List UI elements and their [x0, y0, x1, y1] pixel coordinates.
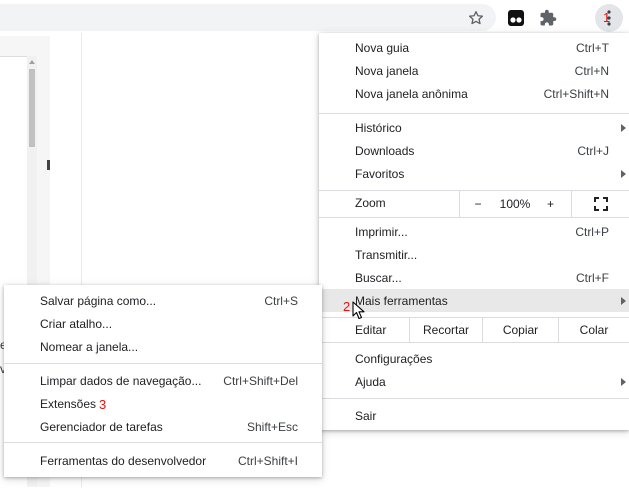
fullscreen-button[interactable]: [572, 190, 629, 217]
menu-item-label: Buscar...: [355, 270, 402, 285]
submenu-item-label: Salvar página como...: [40, 293, 157, 308]
submenu-item-task-manager[interactable]: Gerenciador de tarefas Shift+Esc: [4, 415, 322, 438]
menu-item-find[interactable]: Buscar... Ctrl+F: [319, 266, 629, 289]
submenu-item-shortcut: Ctrl+Shift+Del: [223, 373, 298, 388]
submenu-item-label: Extensões: [40, 396, 97, 411]
menu-item-incognito[interactable]: Nova janela anônima Ctrl+Shift+N: [319, 82, 629, 105]
submenu-item-label: Gerenciador de tarefas: [40, 419, 163, 434]
menu-item-label: Histórico: [355, 120, 402, 135]
menu-item-label: Ajuda: [355, 374, 386, 389]
more-tools-submenu: Salvar página como... Ctrl+S Criar atalho…: [4, 285, 322, 477]
submenu-item-save-page[interactable]: Salvar página como... Ctrl+S: [4, 289, 322, 312]
paste-button[interactable]: Colar: [559, 317, 629, 342]
submenu-arrow-icon: [621, 124, 626, 132]
zoom-label: Zoom: [355, 196, 386, 210]
menu-item-shortcut: Ctrl+Shift+N: [543, 86, 609, 101]
side-marker: [47, 160, 50, 170]
menu-item-label: Downloads: [355, 143, 415, 158]
zoom-row: Zoom − 100% +: [319, 190, 629, 217]
copy-label: Copiar: [502, 322, 539, 337]
menu-item-shortcut: Ctrl+N: [574, 63, 609, 78]
paste-label: Colar: [579, 322, 609, 337]
step-annotation: 3: [99, 397, 107, 412]
menu-item-label: Nova guia: [355, 40, 410, 55]
menu-item-label: Favoritos: [355, 166, 405, 181]
submenu-item-extensions[interactable]: Extensões: [4, 392, 322, 415]
zoom-in-label: +: [546, 196, 554, 211]
copy-button[interactable]: Copiar: [483, 317, 558, 342]
menu-item-label: Nova janela anônima: [355, 86, 468, 101]
bookmark-star-icon[interactable]: [464, 6, 488, 30]
cursor-icon: [352, 301, 365, 320]
chrome-main-menu: Nova guia Ctrl+T Nova janela Ctrl+N Nova j…: [319, 33, 629, 430]
submenu-item-shortcut: Ctrl+S: [264, 293, 298, 308]
menu-item-settings[interactable]: Configurações: [319, 347, 629, 370]
menu-item-label: Mais ferramentas: [355, 293, 448, 308]
menu-item-help[interactable]: Ajuda: [319, 370, 629, 393]
fullscreen-icon: [593, 196, 608, 211]
menu-item-label: Imprimir...: [355, 224, 408, 239]
menu-item-print[interactable]: Imprimir... Ctrl+P: [319, 220, 629, 243]
submenu-item-name-window[interactable]: Nomear a janela...: [4, 335, 322, 358]
submenu-arrow-icon: [621, 170, 626, 178]
menu-item-history[interactable]: Histórico: [319, 116, 629, 139]
zoom-value: 100%: [499, 196, 531, 211]
submenu-item-shortcut: Shift+Esc: [246, 419, 298, 434]
submenu-arrow-icon: [621, 378, 626, 386]
address-bar[interactable]: [0, 4, 496, 31]
step-annotation: 1: [603, 10, 611, 25]
zoom-out-button[interactable]: −: [460, 190, 496, 217]
menu-item-shortcut: Ctrl+J: [577, 143, 609, 158]
menu-item-new-tab[interactable]: Nova guia Ctrl+T: [319, 36, 629, 59]
submenu-separator: [4, 363, 322, 364]
menu-item-shortcut: Ctrl+P: [575, 224, 609, 239]
menu-item-bookmarks[interactable]: Favoritos: [319, 162, 629, 185]
submenu-separator: [4, 442, 322, 443]
menu-separator: [319, 217, 629, 218]
submenu-item-shortcut: Ctrl+Shift+I: [237, 453, 298, 468]
submenu-item-create-shortcut[interactable]: Criar atalho...: [4, 312, 322, 335]
scrollbar-thumb[interactable]: [29, 69, 35, 147]
submenu-item-label: Nomear a janela...: [40, 339, 139, 354]
menu-separator: [319, 113, 629, 114]
menu-item-label: Sair: [355, 408, 377, 423]
submenu-item-clear-data[interactable]: Limpar dados de navegação... Ctrl+Shift+D…: [4, 369, 322, 392]
cut-label: Recortar: [422, 322, 469, 337]
menu-item-label: Nova janela: [355, 63, 419, 78]
zoom-in-button[interactable]: +: [534, 190, 567, 217]
extensions-puzzle-icon[interactable]: [535, 5, 561, 31]
scroll-up-arrow-icon[interactable]: [29, 60, 35, 64]
menu-item-shortcut: Ctrl+F: [576, 270, 609, 285]
cut-button[interactable]: Recortar: [410, 317, 482, 342]
submenu-arrow-icon: [621, 297, 626, 305]
menu-item-shortcut: Ctrl+T: [576, 40, 609, 55]
step-annotation: 2: [343, 299, 351, 314]
menu-item-exit[interactable]: Sair: [319, 404, 629, 427]
tampermonkey-icon[interactable]: [503, 5, 529, 31]
menu-item-cast[interactable]: Transmitir...: [319, 243, 629, 266]
menu-item-downloads[interactable]: Downloads Ctrl+J: [319, 139, 629, 162]
menu-item-new-window[interactable]: Nova janela Ctrl+N: [319, 59, 629, 82]
submenu-item-label: Limpar dados de navegação...: [40, 373, 202, 388]
edit-label: Editar: [355, 323, 387, 337]
menu-item-label: Configurações: [355, 351, 433, 366]
menu-separator: [319, 342, 629, 343]
submenu-item-label: Criar atalho...: [40, 316, 113, 331]
menu-item-label: Transmitir...: [355, 247, 418, 262]
submenu-item-devtools[interactable]: Ferramentas do desenvolvedor Ctrl+Shift+I: [4, 449, 322, 472]
menu-separator: [319, 398, 629, 399]
zoom-out-label: −: [474, 196, 482, 211]
submenu-item-label: Ferramentas do desenvolvedor: [40, 453, 207, 468]
browser-toolbar: 1: [0, 0, 629, 33]
zoom-level: 100%: [496, 190, 534, 217]
